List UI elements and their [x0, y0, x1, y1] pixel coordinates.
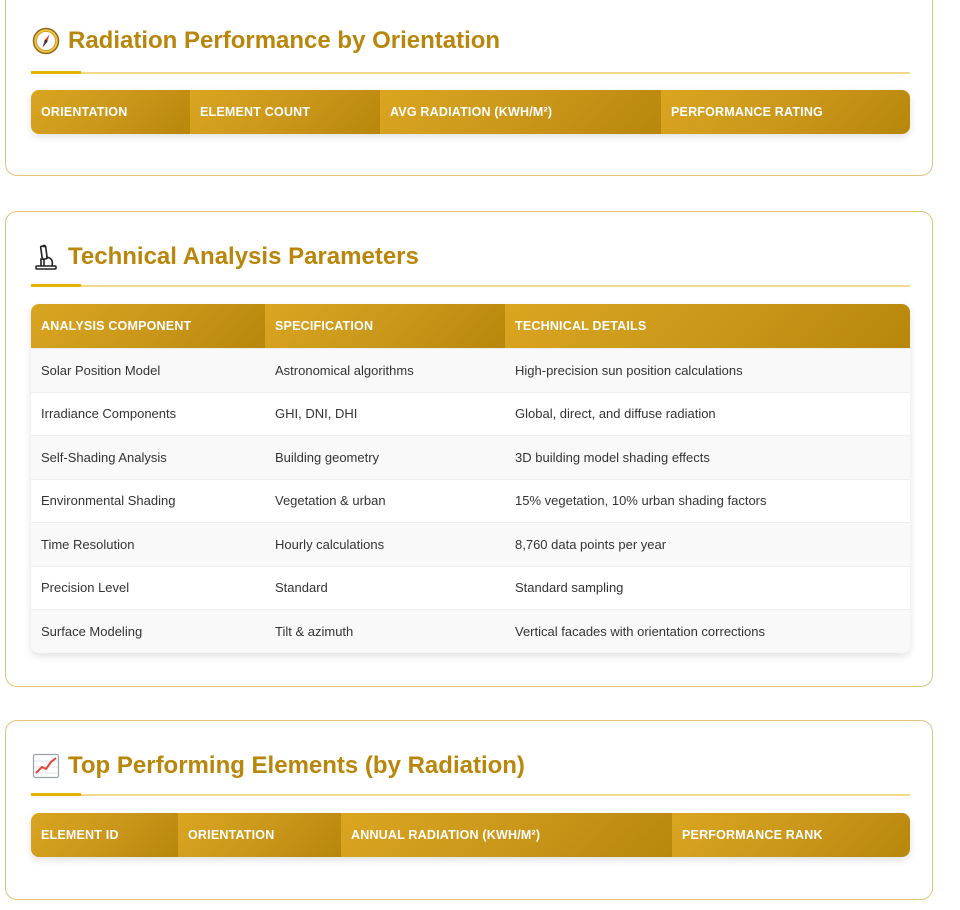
table-row: Precision Level Standard Standard sampli… — [31, 565, 910, 609]
technical-table: Analysis Component Specification Technic… — [31, 304, 910, 653]
table-cell: Surface Modeling — [41, 623, 143, 639]
table-cell: Vegetation & urban — [275, 493, 386, 509]
table-cell: Precision Level — [41, 580, 130, 596]
column-header-specification[interactable]: Specification — [265, 304, 505, 348]
table-cell: Vertical facades with orientation correc… — [515, 623, 766, 639]
table-row: Environmental Shading Vegetation & urban… — [31, 478, 910, 522]
table-cell: Standard sampling — [515, 580, 624, 596]
radiation-table: Orientation Element Count Avg Radiation … — [31, 90, 910, 134]
table-row: Self-Shading Analysis Building geometry … — [31, 435, 910, 479]
technical-table-header: Analysis Component Specification Technic… — [31, 304, 910, 348]
table-cell: Astronomical algorithms — [275, 362, 414, 378]
technical-parameters-card: Technical Analysis Parameters Analysis C… — [5, 211, 933, 687]
radiation-performance-card: Radiation Performance by Orientation Ori… — [5, 0, 933, 176]
table-row: Surface Modeling Tilt & azimuth Vertical… — [31, 609, 910, 653]
table-cell: Self-Shading Analysis — [41, 449, 167, 465]
table-cell: 3D building model shading effects — [515, 449, 710, 465]
top-section-title: Top Performing Elements (by Radiation) — [32, 752, 525, 780]
title-divider — [31, 71, 910, 74]
table-row: Irradiance Components GHI, DNI, DHI Glob… — [31, 391, 910, 435]
table-cell: Tilt & azimuth — [275, 623, 354, 639]
top-elements-table: Element ID Orientation Annual Radiation … — [31, 813, 910, 857]
table-cell: Hourly calculations — [275, 536, 385, 552]
table-cell: Solar Position Model — [41, 362, 161, 378]
chart-increasing-icon — [32, 752, 60, 780]
microscope-icon — [32, 243, 60, 271]
table-cell: Irradiance Components — [41, 406, 177, 422]
column-header-element-count[interactable]: Element Count — [190, 90, 380, 134]
column-header-analysis-component[interactable]: Analysis Component — [31, 304, 265, 348]
technical-section-title-text: Technical Analysis Parameters — [68, 243, 419, 270]
table-row: Solar Position Model Astronomical algori… — [31, 348, 910, 392]
table-cell: Environmental Shading — [41, 493, 176, 509]
column-header-annual-radiation[interactable]: Annual Radiation (kWh/m²) — [341, 813, 672, 857]
title-divider — [31, 793, 910, 796]
table-cell: Building geometry — [275, 449, 380, 465]
table-cell: 15% vegetation, 10% urban shading factor… — [515, 493, 767, 509]
column-header-performance-rating[interactable]: Performance Rating — [661, 90, 910, 134]
radiation-section-title-text: Radiation Performance by Orientation — [68, 27, 501, 54]
column-header-element-id[interactable]: Element ID — [31, 813, 178, 857]
technical-table-body: Solar Position Model Astronomical algori… — [31, 348, 910, 653]
radiation-table-header: Orientation Element Count Avg Radiation … — [31, 90, 910, 134]
table-cell: Standard — [275, 580, 328, 596]
column-header-orientation[interactable]: Orientation — [31, 90, 190, 134]
column-header-avg-radiation[interactable]: Avg Radiation (kWh/m²) — [380, 90, 661, 134]
column-header-technical-details[interactable]: Technical Details — [505, 304, 910, 348]
radiation-section-title: Radiation Performance by Orientation — [32, 27, 500, 55]
top-elements-card: Top Performing Elements (by Radiation) E… — [5, 720, 933, 900]
table-cell: High-precision sun position calculations — [515, 362, 743, 378]
title-divider — [31, 284, 910, 287]
technical-section-title: Technical Analysis Parameters — [32, 243, 419, 271]
column-header-performance-rank[interactable]: Performance Rank — [672, 813, 910, 857]
compass-icon — [32, 27, 60, 55]
table-row: Time Resolution Hourly calculations 8,76… — [31, 522, 910, 566]
table-cell: 8,760 data points per year — [515, 536, 667, 552]
top-section-title-text: Top Performing Elements (by Radiation) — [68, 752, 525, 779]
column-header-orientation[interactable]: Orientation — [178, 813, 341, 857]
table-cell: Time Resolution — [41, 536, 135, 552]
table-cell: Global, direct, and diffuse radiation — [515, 406, 716, 422]
table-cell: GHI, DNI, DHI — [275, 406, 358, 422]
top-elements-table-header: Element ID Orientation Annual Radiation … — [31, 813, 910, 857]
